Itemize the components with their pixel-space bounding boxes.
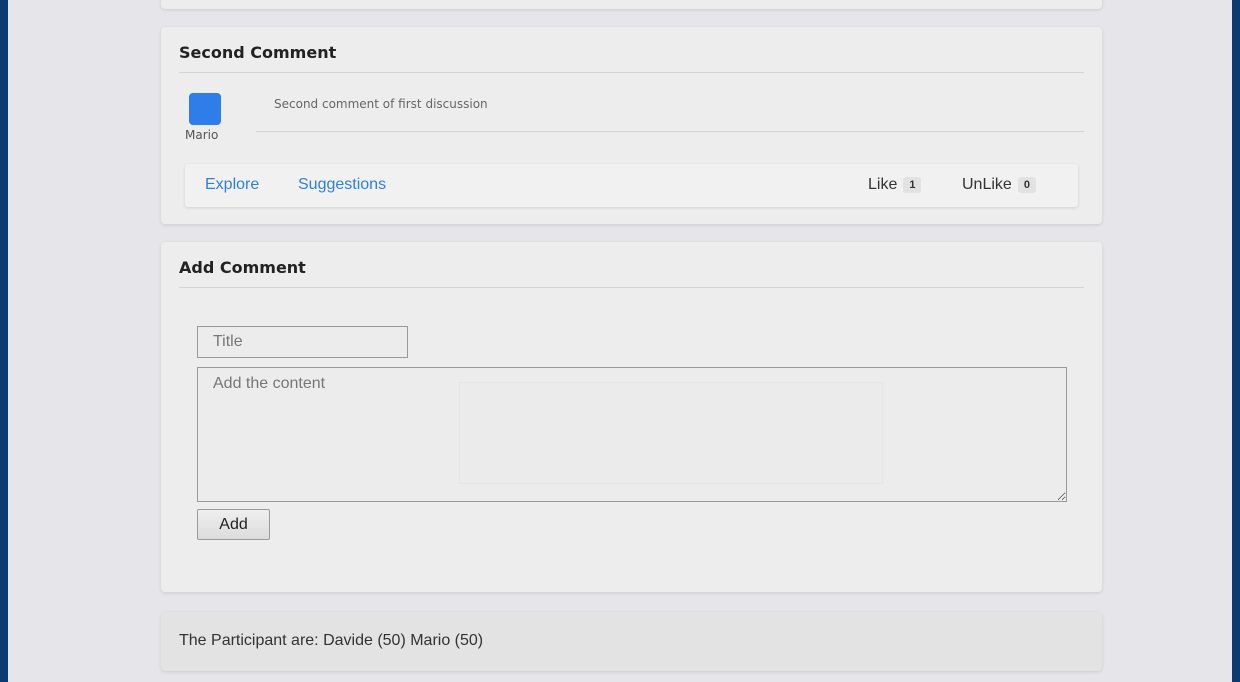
add-comment-card: Add Comment Add — [161, 242, 1102, 592]
unlike-count-badge: 0 — [1017, 177, 1036, 193]
participants-list: The Participant are: Davide (50) Mario (… — [179, 632, 484, 649]
comment-title: Second Comment — [179, 43, 1084, 73]
title-input[interactable] — [197, 326, 408, 358]
avatar — [189, 93, 221, 125]
like-label: Like — [868, 176, 898, 193]
like-button[interactable]: Like 1 — [868, 176, 922, 194]
add-comment-heading: Add Comment — [179, 258, 1084, 288]
add-button[interactable]: Add — [197, 509, 270, 540]
comment-card: Second Comment Mario Second comment of f… — [161, 27, 1102, 224]
page-body: Second Comment Mario Second comment of f… — [8, 0, 1232, 682]
unlike-button[interactable]: UnLike 0 — [962, 176, 1036, 194]
unlike-label: UnLike — [962, 176, 1012, 193]
comment-divider — [256, 131, 1084, 132]
comment-actions-bar: Explore Suggestions Like 1 UnLike 0 — [185, 164, 1078, 207]
explore-link[interactable]: Explore — [205, 176, 259, 194]
participants-card: The Participant are: Davide (50) Mario (… — [161, 612, 1102, 671]
comment-author: Mario — [185, 128, 219, 142]
comment-body: Second comment of first discussion — [274, 97, 488, 111]
previous-comment-card — [161, 0, 1102, 9]
like-count-badge: 1 — [903, 177, 922, 193]
content-textarea[interactable] — [197, 367, 1067, 502]
suggestions-link[interactable]: Suggestions — [298, 176, 386, 194]
